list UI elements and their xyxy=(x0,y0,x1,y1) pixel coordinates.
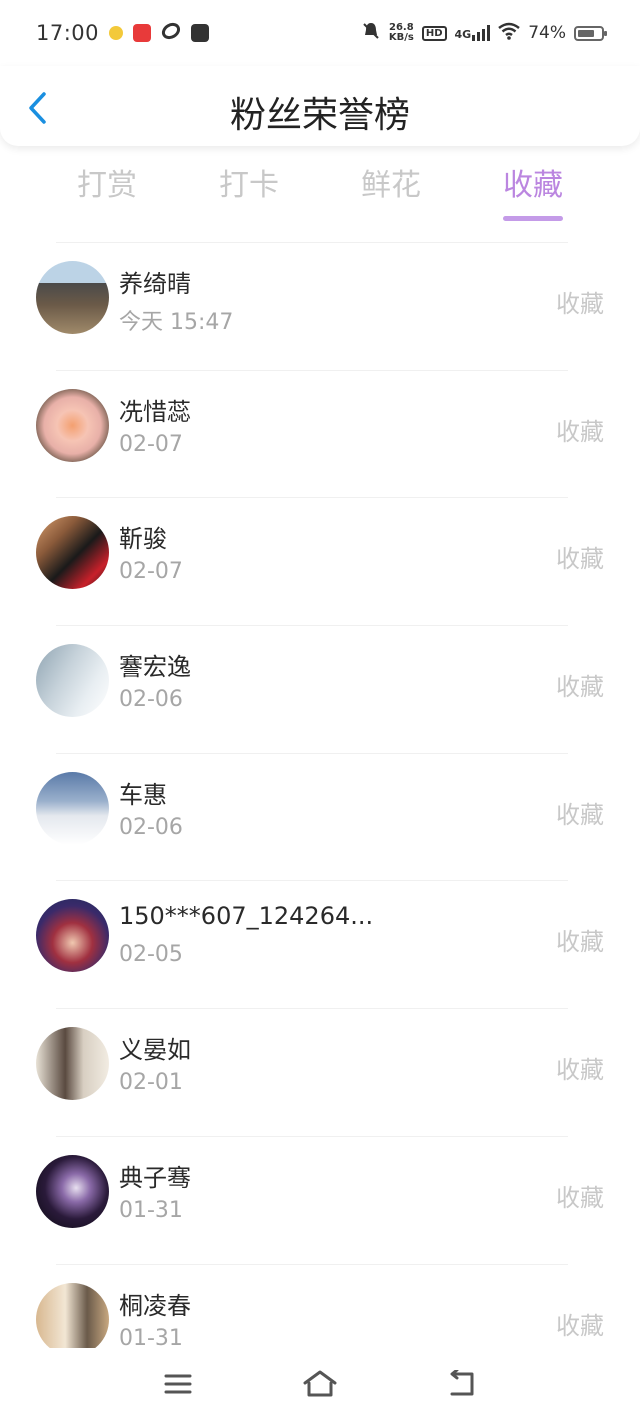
divider xyxy=(56,625,568,627)
fan-date: 01-31 xyxy=(119,1325,183,1351)
menu-button[interactable] xyxy=(158,1366,198,1402)
list-item[interactable]: 义晏如 02-01 收藏 xyxy=(0,1008,640,1136)
shopping-app-icon xyxy=(133,24,152,42)
fan-name: 典子骞 xyxy=(119,1163,191,1192)
avatar[interactable] xyxy=(36,644,109,718)
wifi-icon xyxy=(498,22,520,44)
avatar[interactable] xyxy=(36,1282,109,1356)
active-tab-indicator xyxy=(503,216,563,221)
list-item[interactable]: 典子骞 01-31 收藏 xyxy=(0,1135,640,1264)
header: 粉丝荣誉榜 xyxy=(0,66,640,146)
tab-favorites[interactable]: 收藏 xyxy=(473,160,593,204)
fan-action: 收藏 xyxy=(556,1056,604,1085)
divider xyxy=(56,369,568,371)
status-bar: 17:00 26.8 KB/s HD 4G 74% xyxy=(0,0,640,66)
fan-name: 靳骏 xyxy=(119,525,167,554)
fan-date: 02-06 xyxy=(119,814,183,840)
fan-date: 02-01 xyxy=(119,1070,183,1096)
fan-action: 收藏 xyxy=(556,673,604,702)
divider xyxy=(56,1008,568,1010)
fan-name: 謇宏逸 xyxy=(119,653,191,682)
fan-date: 今天 15:47 xyxy=(119,310,234,335)
fan-date: 02-07 xyxy=(119,559,183,585)
avatar[interactable] xyxy=(36,1027,109,1101)
hd-badge: HD xyxy=(421,25,447,41)
fan-list: 养绮晴 今天 15:47 收藏 冼惜蕊 02-07 收藏 靳骏 02-07 收藏… xyxy=(0,242,640,1391)
divider xyxy=(56,752,568,754)
fan-name: 桐凌春 xyxy=(119,1291,191,1320)
fan-name: 义晏如 xyxy=(119,1036,191,1065)
system-nav-bar xyxy=(0,1348,640,1423)
fan-date: 02-07 xyxy=(119,431,183,457)
fan-name: 养绮晴 xyxy=(119,270,191,298)
tab-bar: 打赏 打卡 鲜花 收藏 xyxy=(0,160,640,230)
fan-action: 收藏 xyxy=(556,290,604,318)
mute-bell-icon xyxy=(361,21,381,45)
status-left: 17:00 xyxy=(36,21,210,45)
network-type: 4G xyxy=(454,28,472,41)
divider xyxy=(56,497,568,499)
list-item[interactable]: 150***607_124264... 02-05 收藏 xyxy=(0,880,640,1008)
fan-action: 收藏 xyxy=(556,1183,604,1212)
link-app-icon xyxy=(161,21,181,45)
battery-fill xyxy=(578,29,594,37)
avatar[interactable] xyxy=(36,261,109,334)
fan-date: 01-31 xyxy=(119,1197,183,1223)
menu-icon xyxy=(164,1374,192,1394)
divider xyxy=(56,242,568,243)
list-item[interactable]: 养绮晴 今天 15:47 收藏 xyxy=(0,242,640,370)
home-button[interactable] xyxy=(300,1366,340,1402)
avatar[interactable] xyxy=(36,516,109,590)
list-item[interactable]: 靳骏 02-07 收藏 xyxy=(0,497,640,625)
notification-app-icon xyxy=(109,26,124,40)
fan-date: 02-05 xyxy=(119,942,183,968)
fan-action: 收藏 xyxy=(556,417,604,446)
divider xyxy=(56,1263,568,1265)
net-speed-unit: KB/s xyxy=(388,32,414,43)
fan-date: 02-06 xyxy=(119,687,183,713)
list-item[interactable]: 謇宏逸 02-06 收藏 xyxy=(0,625,640,753)
status-time: 17:00 xyxy=(36,21,100,45)
list-item[interactable]: 车惠 02-06 收藏 xyxy=(0,752,640,881)
status-right: 26.8 KB/s HD 4G 74% xyxy=(361,21,607,45)
page-title: 粉丝荣誉榜 xyxy=(229,95,410,136)
fan-action: 收藏 xyxy=(556,545,604,574)
battery-tip xyxy=(604,30,607,36)
net-speed: 26.8 KB/s xyxy=(389,23,414,43)
fan-action: 收藏 xyxy=(556,1311,604,1340)
system-back-button[interactable] xyxy=(442,1366,482,1402)
mail-app-icon xyxy=(191,24,210,42)
back-icon xyxy=(450,1370,474,1396)
battery-icon xyxy=(574,25,607,41)
divider xyxy=(56,1135,568,1137)
battery-percent: 74% xyxy=(528,23,566,43)
avatar[interactable] xyxy=(36,899,109,973)
fan-name: 150***607_124264... xyxy=(119,902,374,931)
avatar[interactable] xyxy=(36,771,109,845)
tab-flowers[interactable]: 鲜花 xyxy=(331,160,451,204)
avatar[interactable] xyxy=(36,388,109,462)
divider xyxy=(56,880,568,882)
tab-checkin[interactable]: 打卡 xyxy=(189,160,309,204)
avatar[interactable] xyxy=(36,1154,109,1228)
home-icon xyxy=(303,1370,337,1397)
list-item[interactable]: 冼惜蕊 02-07 收藏 xyxy=(0,369,640,498)
fan-name: 冼惜蕊 xyxy=(119,397,191,426)
fan-action: 收藏 xyxy=(556,800,604,829)
fan-name: 车惠 xyxy=(119,780,167,809)
tab-tips[interactable]: 打赏 xyxy=(47,160,167,204)
fan-action: 收藏 xyxy=(556,928,604,957)
signal-icon: 4G xyxy=(455,25,491,41)
